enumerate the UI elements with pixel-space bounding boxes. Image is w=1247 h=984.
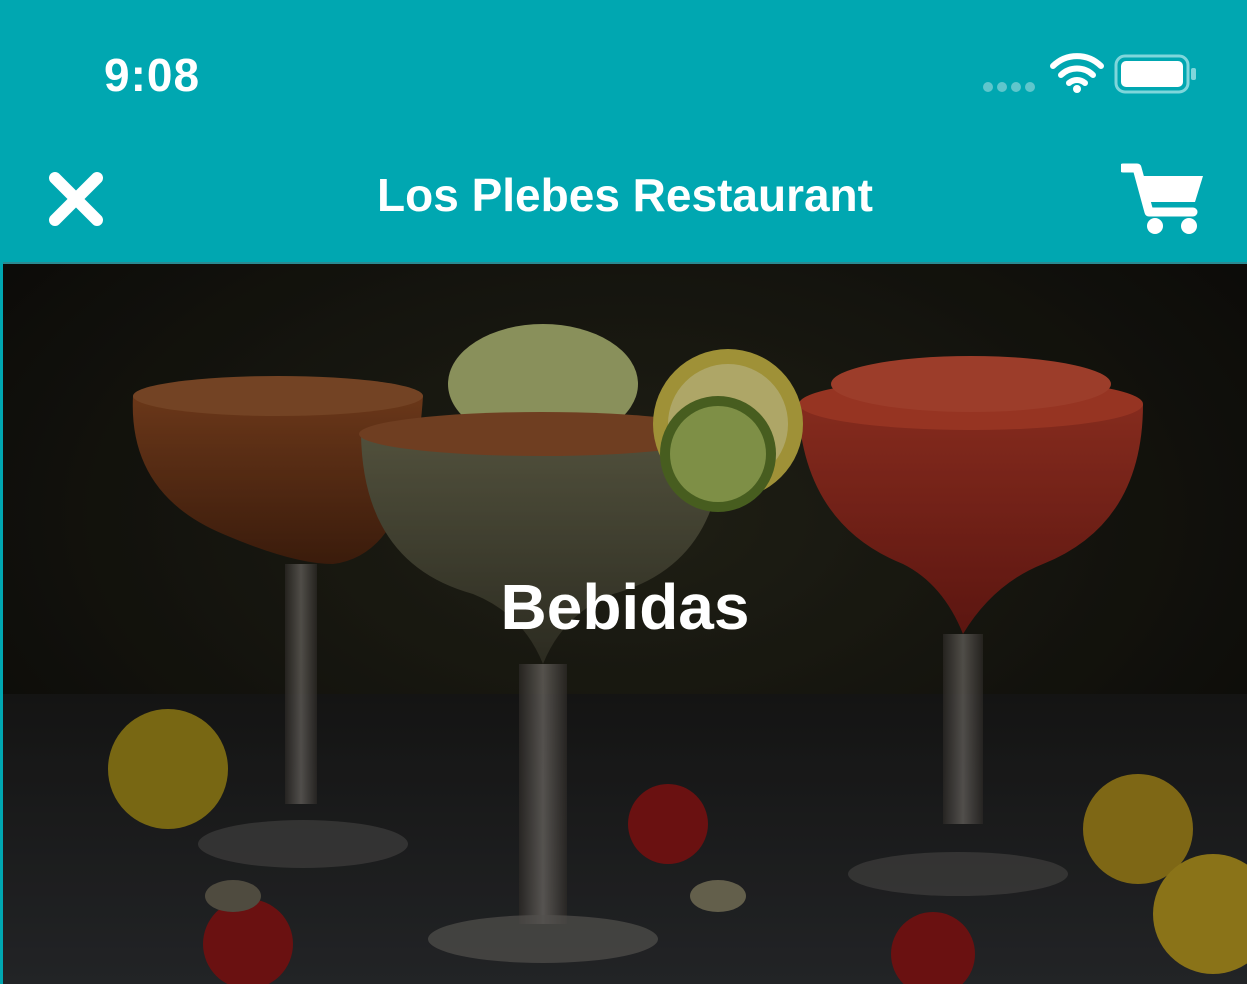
cart-icon[interactable] [1121, 160, 1207, 236]
status-bar: 9:08 [0, 0, 1247, 140]
wifi-icon [1050, 53, 1104, 93]
status-time: 9:08 [104, 49, 201, 101]
signal-icon [983, 82, 1035, 92]
category-hero[interactable]: Bebidas [3, 264, 1247, 984]
nav-bar: Los Plebes Restaurant [3, 140, 1247, 264]
nav-title: Los Plebes Restaurant [377, 169, 873, 221]
category-title: Bebidas [500, 571, 750, 643]
battery-icon [1114, 54, 1196, 94]
